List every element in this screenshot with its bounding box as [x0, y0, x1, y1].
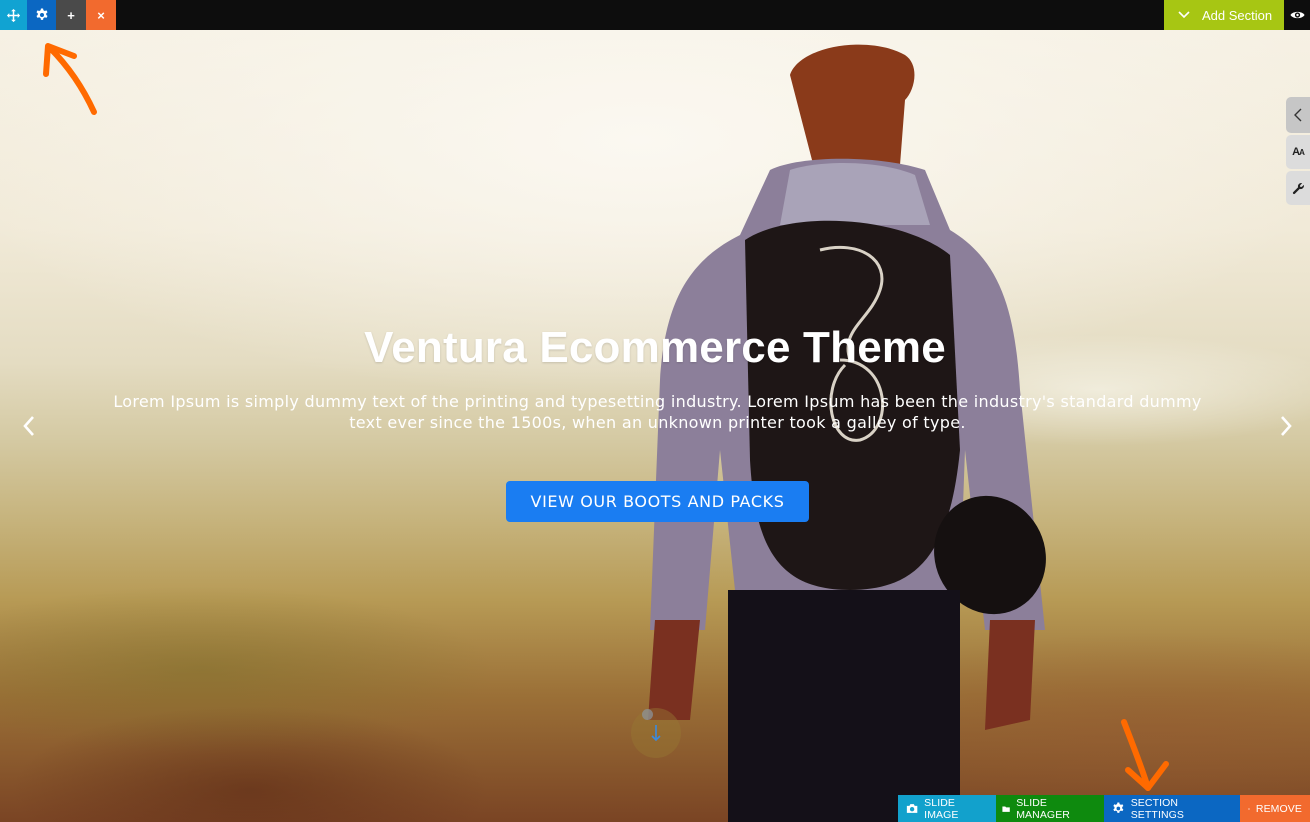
- typography-tab[interactable]: AA: [1286, 135, 1310, 169]
- eye-icon: [1289, 11, 1305, 19]
- arrow-down-icon: [651, 725, 661, 742]
- slide-image-label: SLIDE IMAGE: [924, 796, 959, 821]
- section-settings-bottom-button[interactable]: SECTION SETTINGS: [1104, 795, 1240, 822]
- hero-subtitle: Lorem Ipsum is simply dummy text of the …: [113, 392, 1202, 432]
- chevron-right-icon: [1281, 416, 1292, 436]
- section-settings-button[interactable]: [27, 0, 56, 30]
- close-icon: ×: [97, 7, 105, 23]
- move-icon: [6, 8, 21, 22]
- preview-button[interactable]: [1284, 0, 1310, 30]
- section-settings-label: SECTION SETTINGS: [1130, 796, 1185, 821]
- next-slide-button[interactable]: [1273, 413, 1297, 439]
- scroll-indicator-dot: [642, 709, 653, 720]
- chevron-down-icon: [1178, 11, 1190, 19]
- gear-icon: [35, 8, 48, 20]
- slide-manager-label: SLIDE MANAGER: [1016, 796, 1070, 821]
- remove-section-button[interactable]: REMOVE: [1240, 795, 1310, 822]
- camera-icon: [906, 804, 918, 813]
- close-icon: [1248, 807, 1250, 810]
- bottom-toolbar: SLIDE IMAGE SLIDE MANAGER SECTION SETTIN…: [898, 795, 1310, 822]
- chevron-left-icon: [23, 416, 34, 436]
- top-toolbar: + × Add Section: [0, 0, 1310, 30]
- chevron-left-icon: [1294, 108, 1302, 122]
- annotation-arrow-down: [1121, 719, 1169, 791]
- folder-icon: [1002, 806, 1010, 812]
- side-panel-tabs: AA: [1286, 97, 1310, 207]
- cta-button[interactable]: VIEW OUR BOOTS AND PACKS: [506, 481, 809, 522]
- plus-icon: +: [67, 7, 75, 23]
- add-section-label: Add Section: [1202, 7, 1273, 23]
- add-section-button[interactable]: Add Section: [1164, 0, 1284, 30]
- collapse-panel-tab[interactable]: [1286, 97, 1310, 133]
- hero-title: Ventura Ecommerce Theme: [364, 323, 946, 372]
- previous-slide-button[interactable]: [18, 413, 42, 439]
- add-button[interactable]: +: [56, 0, 86, 30]
- move-section-button[interactable]: [0, 0, 27, 30]
- remove-label: REMOVE: [1255, 802, 1302, 815]
- slide-manager-button[interactable]: SLIDE MANAGER: [996, 795, 1104, 822]
- typography-icon: AA: [1292, 146, 1305, 158]
- slide-image-button[interactable]: SLIDE IMAGE: [898, 795, 996, 822]
- tools-tab[interactable]: [1286, 171, 1310, 205]
- close-button[interactable]: ×: [86, 0, 116, 30]
- scroll-down-button[interactable]: [631, 708, 681, 758]
- gear-icon: [1113, 802, 1124, 813]
- annotation-arrow-up: [43, 43, 97, 115]
- wrench-icon: [1292, 182, 1304, 194]
